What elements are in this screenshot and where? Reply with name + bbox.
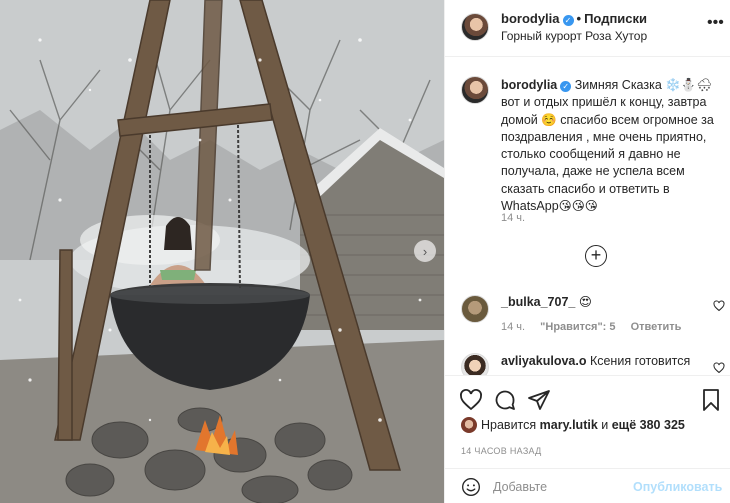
verified-badge-icon: ✓: [560, 81, 572, 92]
likes-prefix: Нравится: [481, 418, 537, 432]
comment-item: _bulka_707_ 😍: [501, 294, 592, 309]
post-caption: borodylia ✓ Зимняя Сказка ❄️⛄️🌨 вот и отд…: [501, 77, 723, 215]
comment-likes[interactable]: "Нравится": 5: [540, 321, 615, 333]
caption-author-avatar[interactable]: [461, 76, 489, 104]
chevron-right-icon: ›: [422, 243, 428, 259]
post-photo-illustration: [0, 0, 444, 503]
emoji-smile-icon[interactable]: [461, 477, 481, 497]
more-horizontal-icon[interactable]: •••: [707, 14, 724, 32]
likes-others[interactable]: ещё 380 325: [612, 418, 685, 432]
plus-circle-icon[interactable]: +: [585, 245, 607, 267]
post-side-panel: borodylia ✓ • Подписки Горный курорт Роза Х…: [444, 0, 730, 503]
post-actions: Нравится mary.lutik и ещё 380 325 14 ЧАС…: [445, 375, 730, 503]
publish-button[interactable]: Опубликовать: [633, 480, 722, 494]
likes-summary[interactable]: Нравится mary.lutik и ещё 380 325: [461, 417, 685, 433]
comment-input[interactable]: [493, 477, 653, 497]
comment-item: avliyakulova.o Ксения готовится: [501, 354, 701, 368]
comment-avatar[interactable]: [461, 353, 489, 375]
comment-icon[interactable]: [493, 388, 517, 412]
following-button[interactable]: Подписки: [584, 11, 647, 26]
likes-middle: и: [601, 418, 609, 432]
send-icon[interactable]: [527, 388, 551, 412]
comments-list[interactable]: borodylia ✓ Зимняя Сказка ❄️⛄️🌨 вот и отд…: [445, 57, 730, 375]
caption-username[interactable]: borodylia: [501, 78, 557, 92]
comment-like-heart-icon[interactable]: [713, 362, 725, 374]
author-avatar[interactable]: [461, 13, 489, 41]
post-photo[interactable]: ›: [0, 0, 444, 503]
add-comment-bar: Опубликовать: [445, 468, 730, 503]
bookmark-icon[interactable]: [699, 388, 723, 412]
post-location[interactable]: Горный курорт Роза Хутор: [501, 29, 647, 43]
author-username[interactable]: borodylia: [501, 11, 560, 26]
reply-button[interactable]: Ответить: [631, 321, 682, 333]
liker-avatar: [461, 417, 477, 433]
comment-username[interactable]: avliyakulova.o: [501, 354, 586, 368]
comment-like-heart-icon[interactable]: [713, 300, 725, 312]
comment-username[interactable]: _bulka_707_: [501, 295, 575, 309]
comment-meta: 14 ч. "Нравится": 5 Ответить: [501, 321, 693, 333]
verified-badge-icon: ✓: [562, 15, 574, 26]
caption-time: 14 ч.: [501, 212, 526, 224]
comment-text: 😍: [578, 295, 592, 309]
next-photo-button[interactable]: ›: [414, 240, 436, 262]
heart-icon[interactable]: [459, 388, 483, 412]
comment-avatar[interactable]: [461, 295, 489, 323]
comment-time: 14 ч.: [501, 321, 526, 333]
post-timestamp[interactable]: 14 ЧАСОВ НАЗАД: [461, 446, 542, 456]
liker-username[interactable]: mary.lutik: [540, 418, 598, 432]
author-line: borodylia ✓ • Подписки: [501, 11, 647, 26]
comment-text: Ксения готовится: [589, 354, 691, 368]
post-header: borodylia ✓ • Подписки Горный курорт Роза Х…: [445, 0, 730, 57]
caption-text: Зимняя Сказка ❄️⛄️🌨 вот и отдых пришёл к…: [501, 78, 714, 214]
separator-dot: •: [576, 11, 582, 26]
